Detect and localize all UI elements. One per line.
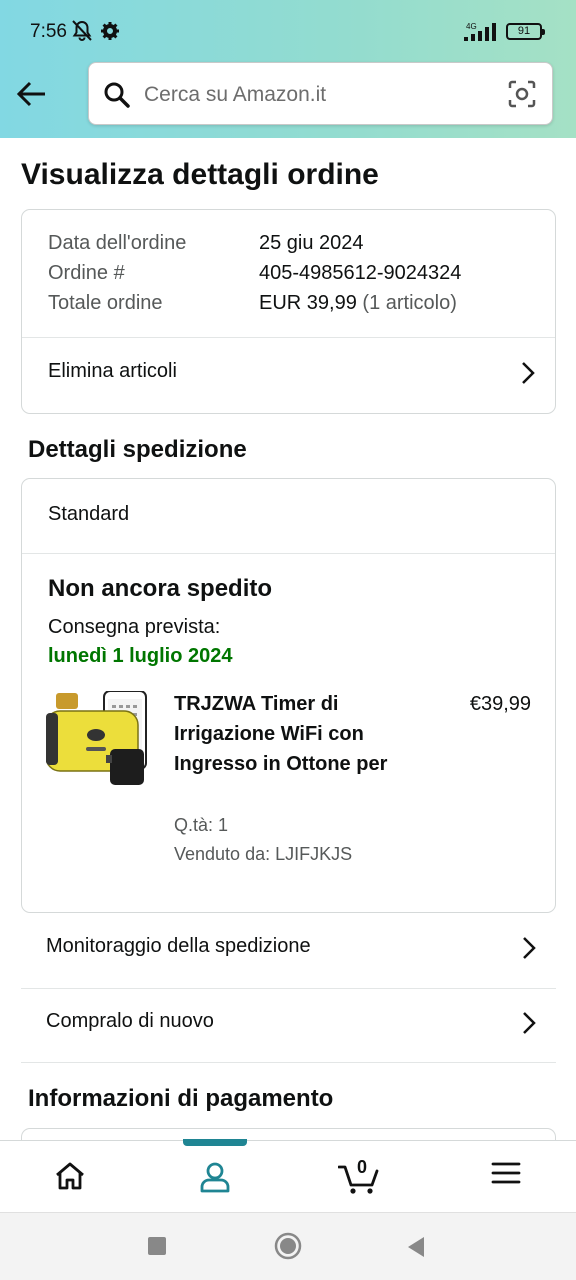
delete-items-label: Elimina articoli: [48, 360, 177, 382]
product-image[interactable]: [45, 690, 150, 795]
delivery-eta-label: Consegna prevista:: [48, 616, 221, 638]
divider: [21, 1062, 556, 1063]
recents-square-icon[interactable]: [148, 1237, 166, 1260]
nav-account[interactable]: [165, 1141, 265, 1213]
search-bar[interactable]: [88, 62, 553, 125]
nav-cart[interactable]: 0: [310, 1141, 410, 1213]
order-total-label: Totale ordine: [48, 292, 163, 314]
battery-indicator: 91: [506, 23, 545, 40]
notifications-off-icon: [70, 20, 94, 47]
buy-again-row[interactable]: Compralo di nuovo: [21, 988, 556, 1063]
status-bar: 7:56 4G 91: [0, 0, 576, 62]
divider: [22, 553, 555, 554]
chevron-right-icon: [522, 1011, 536, 1040]
back-button[interactable]: [14, 76, 50, 112]
product-seller: Venduto da: LJIFJKJS: [174, 844, 353, 864]
buy-again-label: Compralo di nuovo: [46, 1010, 214, 1032]
bottom-navigation: 0: [0, 1139, 576, 1213]
search-icon: [103, 81, 131, 114]
order-summary-card: Data dell'ordine 25 giu 2024 Ordine # 40…: [21, 209, 556, 414]
shipping-card: Standard Non ancora spedito Consegna pre…: [21, 478, 556, 913]
order-number-value: 405-4985612-9024324: [259, 262, 462, 284]
order-date-value: 25 giu 2024: [259, 232, 364, 254]
order-number-label: Ordine #: [48, 262, 125, 284]
arrow-left-icon: [16, 81, 45, 107]
hamburger-menu-icon: [491, 1162, 521, 1184]
status-time: 7:56: [30, 21, 67, 42]
shipping-section-title: Dettagli spedizione: [28, 436, 247, 463]
payment-section-title: Informazioni di pagamento: [28, 1085, 334, 1112]
page-title: Visualizza dettagli ordine: [21, 158, 379, 191]
track-shipment-row[interactable]: Monitoraggio della spedizione: [21, 913, 556, 988]
nav-menu[interactable]: [456, 1141, 556, 1213]
delete-items-row[interactable]: Elimina articoli: [22, 338, 555, 414]
order-total-amount: EUR 39,99: [259, 292, 357, 314]
settings-gear-icon: [100, 20, 120, 47]
chevron-right-icon: [521, 361, 535, 390]
camera-search-icon[interactable]: [507, 79, 537, 114]
delivery-eta-date: lunedì 1 luglio 2024: [48, 645, 233, 667]
cart-count-badge: 0: [357, 1157, 368, 1177]
shipping-status: Non ancora spedito: [48, 575, 273, 602]
system-navigation-bar: [0, 1212, 576, 1280]
product-title-link[interactable]: TRJZWA Timer di Irrigazione WiFi con Ing…: [174, 689, 404, 779]
track-shipment-label: Monitoraggio della spedizione: [46, 935, 311, 957]
search-input[interactable]: [144, 75, 494, 115]
signal-icon: 4G: [462, 22, 502, 47]
order-date-label: Data dell'ordine: [48, 232, 187, 254]
order-total-items: (1 articolo): [362, 292, 457, 314]
shipping-method: Standard: [48, 503, 130, 525]
network-type-label: 4G: [466, 22, 477, 31]
home-circle-icon[interactable]: [274, 1232, 302, 1265]
product-price: €39,99: [469, 693, 531, 715]
home-icon: [56, 1162, 84, 1190]
order-total-value: EUR 39,99 (1 articolo): [259, 292, 457, 315]
back-triangle-icon[interactable]: [406, 1236, 426, 1263]
app-header: 7:56 4G 91: [0, 0, 576, 138]
chevron-right-icon: [522, 936, 536, 965]
user-icon: [200, 1162, 230, 1193]
product-quantity: Q.tà: 1: [174, 815, 229, 835]
nav-home[interactable]: [20, 1141, 120, 1213]
